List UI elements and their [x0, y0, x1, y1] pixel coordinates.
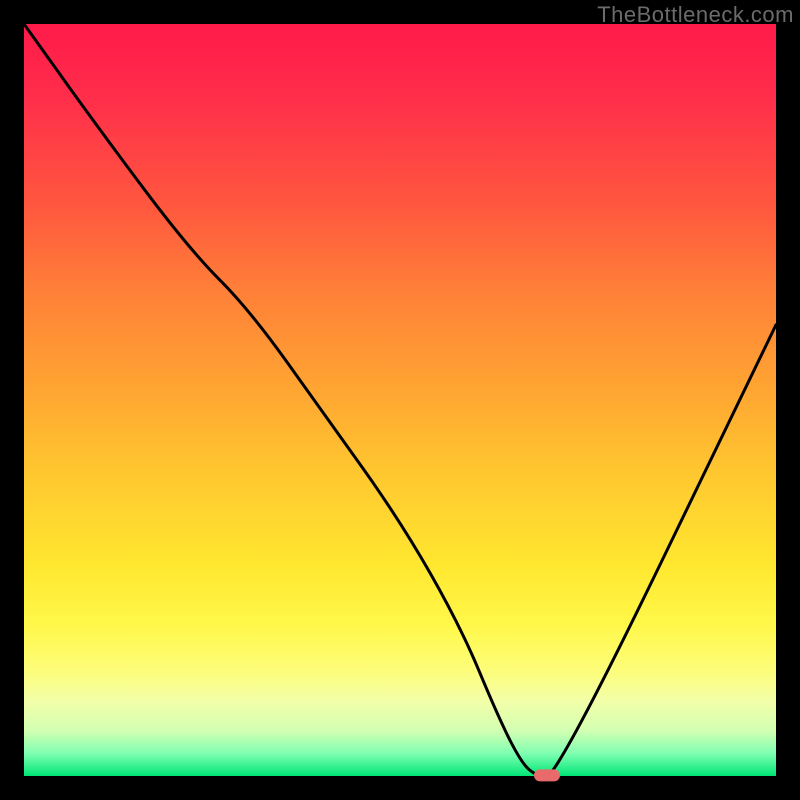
chart-container: TheBottleneck.com — [0, 0, 800, 800]
watermark-text: TheBottleneck.com — [597, 2, 794, 28]
optimum-marker — [534, 769, 560, 781]
bottleneck-curve — [24, 24, 776, 776]
plot-area — [24, 24, 776, 776]
